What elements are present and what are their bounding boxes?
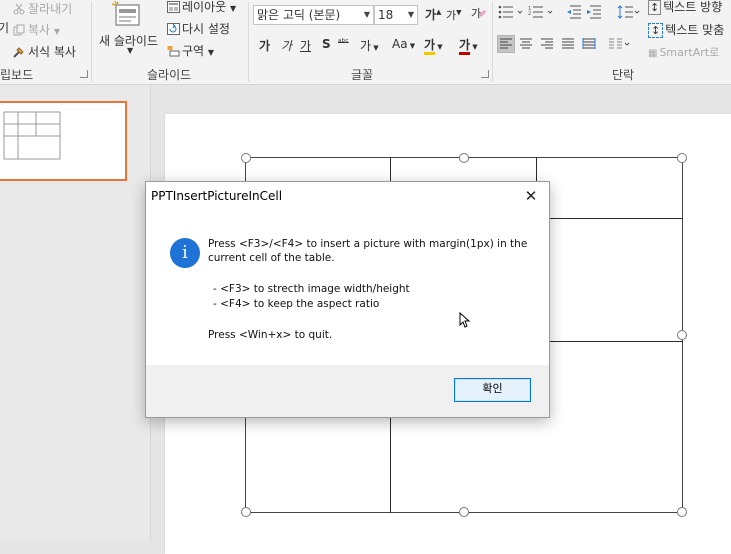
slide-thumbnail[interactable] bbox=[0, 101, 127, 181]
font-group-label: 글꼴 bbox=[351, 68, 374, 82]
copy-label: 복사 bbox=[28, 23, 51, 37]
section-button[interactable]: 구역 ▼ bbox=[167, 42, 214, 59]
group-divider bbox=[91, 2, 92, 82]
copy-icon bbox=[13, 24, 25, 36]
message-line: Press <F3>/<F4> to insert a picture with… bbox=[208, 238, 528, 250]
paste-partial-label: 기 bbox=[0, 21, 10, 35]
chevron-down-icon[interactable]: ▼ bbox=[408, 6, 414, 24]
message-line: - <F4> to keep the aspect ratio bbox=[213, 298, 380, 310]
copy-button[interactable]: 복사 ▼ bbox=[13, 21, 60, 38]
dialog-footer: 확인 bbox=[146, 365, 549, 417]
distributed-button[interactable] bbox=[581, 36, 597, 55]
reset-label: 다시 설정 bbox=[182, 22, 230, 36]
scissors-icon bbox=[13, 3, 25, 15]
layout-icon bbox=[167, 1, 180, 13]
ok-button[interactable]: 확인 bbox=[454, 378, 531, 402]
section-label: 구역 bbox=[182, 44, 205, 58]
decrease-indent-button[interactable] bbox=[566, 5, 582, 22]
slide-thumbnail-pane bbox=[0, 85, 151, 541]
text-direction-icon: ↕ bbox=[648, 0, 662, 15]
align-right-button[interactable] bbox=[539, 36, 555, 55]
close-icon[interactable]: ✕ bbox=[519, 184, 543, 208]
slides-group-label: 슬라이드 bbox=[147, 68, 192, 82]
smartart-label: SmartArt로 bbox=[659, 46, 720, 59]
shrink-font-button[interactable]: 가▼ bbox=[446, 7, 462, 23]
font-launcher[interactable] bbox=[481, 70, 489, 78]
section-icon bbox=[167, 45, 180, 57]
format-painter-button[interactable]: 서식 복사 bbox=[13, 43, 76, 60]
text-direction-button[interactable]: ↕ 텍스트 방향 bbox=[648, 0, 722, 15]
message-line: current cell of the table. bbox=[208, 252, 335, 264]
clipboard-group-label: 립보드 bbox=[0, 68, 34, 82]
line-spacing-button[interactable] bbox=[617, 5, 641, 22]
justify-button[interactable] bbox=[560, 36, 576, 55]
shadow-button[interactable]: S bbox=[322, 37, 331, 51]
reset-button[interactable]: 다시 설정 bbox=[167, 20, 230, 37]
message-line: Press <Win+x> to quit. bbox=[208, 329, 333, 341]
svg-text:가: 가 bbox=[471, 7, 481, 20]
align-text-icon: ↕ bbox=[648, 23, 664, 38]
layout-label: 레이아웃 bbox=[182, 0, 227, 14]
numbering-button[interactable]: 12 bbox=[528, 5, 556, 22]
italic-button[interactable]: 가 bbox=[281, 37, 292, 54]
bullets-button[interactable] bbox=[498, 5, 526, 22]
smartart-icon: ▦ bbox=[648, 48, 658, 59]
font-size-combobox[interactable]: 18 ▼ bbox=[374, 5, 418, 25]
clear-formatting-button[interactable]: 가 bbox=[470, 5, 486, 24]
grow-font-button[interactable]: 가▲ bbox=[425, 6, 441, 23]
align-left-button[interactable] bbox=[497, 35, 515, 53]
font-name-combobox[interactable]: 맑은 고딕 (본문) ▼ bbox=[253, 5, 374, 25]
font-name-value: 맑은 고딕 (본문) bbox=[257, 8, 341, 22]
paragraph-group-label: 단락 bbox=[612, 68, 635, 82]
reset-icon bbox=[167, 23, 180, 35]
group-divider bbox=[492, 2, 493, 82]
ribbon: 잘라내기 기 복사 ▼ 서식 복사 립보드 새 슬라이드 ▼ 레이아웃 ▼ 다시… bbox=[0, 0, 731, 85]
new-slide-icon[interactable] bbox=[111, 0, 142, 32]
change-case-button[interactable]: Aa ▼ bbox=[392, 37, 415, 51]
smartart-button[interactable]: ▦ SmartArt로 bbox=[648, 44, 719, 60]
align-text-button[interactable]: ↕ 텍스트 맞춤 bbox=[648, 21, 724, 38]
message-dialog: PPTInsertPictureInCell ✕ i Press <F3>/<F… bbox=[145, 181, 550, 418]
bold-button[interactable]: 가 bbox=[259, 37, 270, 54]
increase-indent-button[interactable] bbox=[586, 5, 602, 22]
group-divider bbox=[248, 2, 249, 82]
svg-text:2: 2 bbox=[528, 11, 531, 17]
layout-button[interactable]: 레이아웃 ▼ bbox=[167, 0, 236, 15]
mouse-cursor-icon bbox=[459, 311, 471, 331]
cut-button[interactable]: 잘라내기 bbox=[13, 0, 72, 17]
font-color-button[interactable]: 가 ▼ bbox=[459, 36, 478, 55]
align-text-label: 텍스트 맞춤 bbox=[665, 23, 725, 37]
format-painter-icon bbox=[13, 46, 25, 58]
chevron-down-icon[interactable]: ▼ bbox=[127, 46, 133, 55]
dialog-title: PPTInsertPictureInCell bbox=[151, 189, 283, 203]
chevron-down-icon[interactable]: ▼ bbox=[364, 6, 370, 24]
message-line: - <F3> to strecth image width/height bbox=[213, 283, 410, 295]
underline-button[interactable]: 가 bbox=[300, 37, 311, 54]
align-center-button[interactable] bbox=[518, 36, 534, 55]
highlight-button[interactable]: 가 ▼ bbox=[424, 36, 443, 55]
cut-label: 잘라내기 bbox=[28, 2, 73, 16]
columns-button[interactable] bbox=[607, 36, 631, 55]
format-painter-label: 서식 복사 bbox=[28, 45, 76, 59]
info-icon: i bbox=[170, 238, 200, 268]
text-direction-label: 텍스트 방향 bbox=[663, 0, 723, 14]
strikethrough-button[interactable]: ᵃᵇᶜ bbox=[338, 38, 349, 48]
font-size-value: 18 bbox=[378, 8, 394, 22]
clipboard-launcher[interactable] bbox=[80, 70, 88, 78]
char-spacing-button[interactable]: 가 ▼ bbox=[360, 37, 379, 54]
